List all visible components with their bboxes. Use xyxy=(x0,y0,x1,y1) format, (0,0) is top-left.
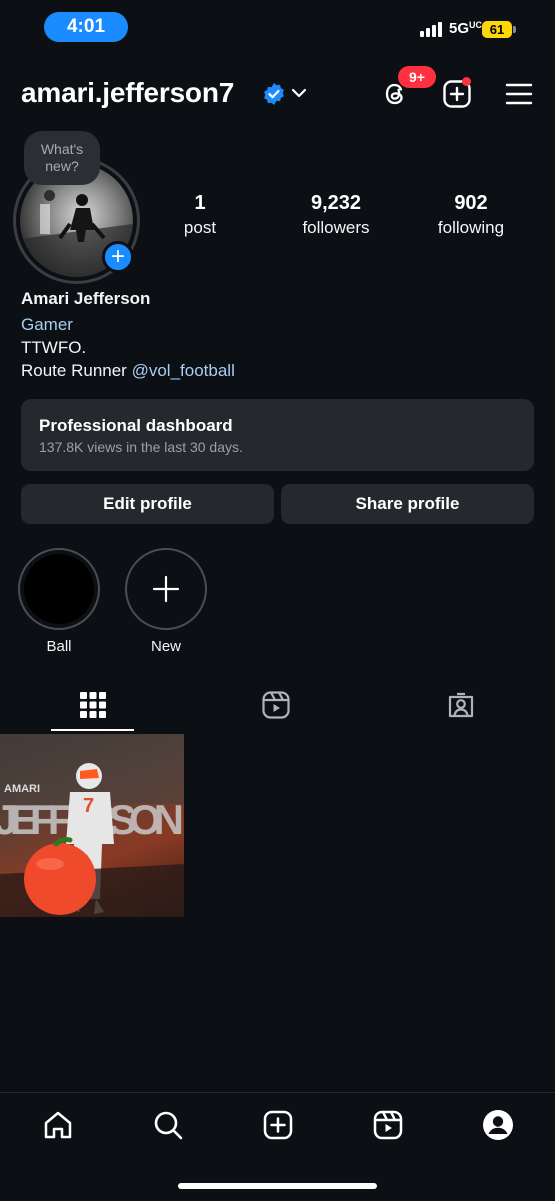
bio-text: Route Runner xyxy=(21,361,132,380)
post-thumbnail[interactable]: AMARI JEFFERSON 7 xyxy=(0,734,184,917)
search-icon[interactable] xyxy=(152,1109,184,1141)
username-title[interactable]: amari.jefferson7 xyxy=(21,77,234,109)
signal-icon xyxy=(420,22,442,37)
new-highlight-button[interactable]: New xyxy=(125,548,207,655)
stat-followers-value: 9,232 xyxy=(310,192,362,214)
verified-badge-icon xyxy=(264,83,284,105)
home-icon[interactable] xyxy=(42,1109,74,1141)
edit-profile-button[interactable]: Edit profile xyxy=(21,484,274,524)
battery-tip xyxy=(513,26,516,33)
home-indicator xyxy=(178,1183,377,1189)
chevron-down-icon[interactable] xyxy=(290,86,308,100)
highlight-label: New xyxy=(150,638,181,655)
stat-posts[interactable]: 1 post xyxy=(140,192,260,238)
menu-icon[interactable] xyxy=(504,79,534,109)
stat-following[interactable]: 902 following xyxy=(411,192,531,238)
battery-icon: 61 xyxy=(482,21,512,38)
grid-tab-icon[interactable] xyxy=(78,690,108,720)
highlight-cover xyxy=(18,548,100,630)
dashboard-subtitle: 137.8K views in the last 30 days. xyxy=(39,439,243,455)
share-profile-button[interactable]: Share profile xyxy=(281,484,534,524)
dashboard-title: Professional dashboard xyxy=(39,416,233,435)
post-text-small: AMARI xyxy=(4,783,40,795)
network-label: 5GUC xyxy=(449,20,483,37)
create-notification-dot xyxy=(462,77,471,86)
highlight-label: Ball xyxy=(46,638,72,655)
note-bubble[interactable]: What's new? xyxy=(24,131,100,185)
create-icon[interactable] xyxy=(262,1109,294,1141)
post-jersey-number: 7 xyxy=(83,795,94,817)
profile-name: Amari Jefferson xyxy=(21,289,151,308)
stat-posts-value: 1 xyxy=(194,192,206,214)
add-story-button[interactable]: + xyxy=(102,241,134,273)
note-bubble-tail xyxy=(44,190,55,201)
highlight-new-cover xyxy=(125,548,207,630)
threads-notification-badge: 9+ xyxy=(398,66,436,88)
reels-tab-icon[interactable] xyxy=(261,690,291,720)
tagged-tab-icon[interactable] xyxy=(446,690,476,720)
profile-category: Gamer xyxy=(21,315,73,334)
plus-icon xyxy=(152,575,180,603)
status-time: 4:01 xyxy=(44,12,128,42)
bio-line: TTWFO. xyxy=(21,338,87,357)
reels-icon[interactable] xyxy=(372,1109,404,1141)
stat-followers[interactable]: 9,232 followers xyxy=(276,192,396,238)
post-artwork: AMARI JEFFERSON 7 xyxy=(0,734,184,917)
profile-icon[interactable] xyxy=(482,1109,514,1141)
bio-line: Route Runner @vol_football xyxy=(21,361,235,381)
stat-following-label: following xyxy=(437,218,505,237)
stat-posts-label: post xyxy=(183,218,217,237)
bio-mention-link[interactable]: @vol_football xyxy=(132,361,235,380)
stat-followers-label: followers xyxy=(302,218,370,237)
professional-dashboard[interactable]: Professional dashboard 137.8K views in t… xyxy=(21,399,534,471)
highlight-ball[interactable]: Ball xyxy=(18,548,100,655)
stat-following-value: 902 xyxy=(454,192,488,214)
active-tab-indicator xyxy=(51,729,134,731)
